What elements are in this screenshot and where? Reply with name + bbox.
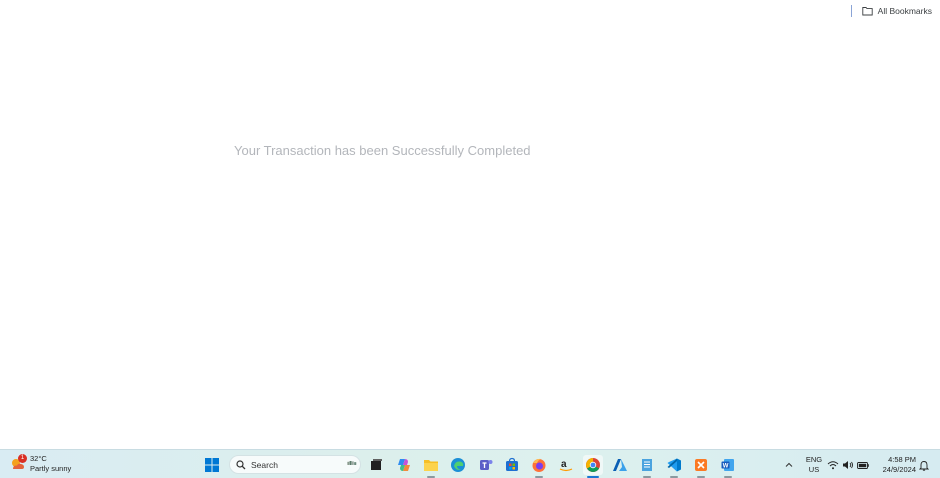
task-view-button[interactable]	[366, 455, 386, 475]
svg-text:a: a	[561, 459, 567, 470]
system-clock[interactable]: 4:58 PM 24/9/2024	[876, 455, 916, 475]
notepad-icon	[642, 459, 652, 471]
weather-badge: 1	[18, 454, 27, 463]
vscode-button[interactable]	[664, 455, 684, 478]
show-hidden-icons-button[interactable]	[779, 455, 799, 475]
task-view-icon	[371, 459, 382, 470]
battery-icon	[857, 462, 869, 469]
notifications-button[interactable]	[917, 455, 931, 475]
notification-bell-icon	[919, 460, 929, 471]
store-button[interactable]	[502, 455, 522, 475]
clock-date: 24/9/2024	[882, 465, 916, 474]
teams-icon	[480, 460, 493, 470]
copilot-icon	[398, 459, 410, 471]
windows-icon	[205, 458, 219, 472]
amazon-icon: a	[559, 459, 573, 472]
xampp-icon	[695, 459, 707, 471]
bookmarks-bar: All Bookmarks	[850, 0, 940, 22]
browser-page: All Bookmarks Your Transaction has been …	[0, 0, 940, 449]
language-code: ENG	[805, 455, 823, 464]
volume-icon	[843, 461, 853, 469]
quick-settings-button[interactable]	[827, 455, 869, 475]
notepad-button[interactable]	[637, 455, 657, 478]
language-indicator[interactable]: ENG US	[804, 455, 824, 475]
search-icon	[236, 459, 246, 469]
search-label: Search	[251, 459, 278, 470]
azure-button[interactable]	[610, 455, 630, 475]
weather-condition: Partly sunny	[30, 464, 72, 473]
bookmarks-divider	[850, 5, 852, 17]
teams-button[interactable]	[476, 455, 496, 475]
region-code: US	[808, 465, 820, 474]
svg-text:W: W	[723, 463, 729, 469]
copilot-button[interactable]	[394, 455, 414, 475]
xampp-button[interactable]	[691, 455, 711, 478]
firefox-button[interactable]	[529, 455, 549, 478]
all-bookmarks-label: All Bookmarks	[877, 6, 932, 16]
word-button[interactable]: W	[718, 455, 738, 478]
chrome-icon	[586, 458, 600, 472]
file-explorer-button[interactable]	[421, 455, 441, 478]
search-highlight-illustration	[347, 461, 357, 465]
taskbar: 1 32°C Partly sunny Search a W ENG US 4:…	[0, 449, 940, 478]
taskbar-search-box[interactable]: Search	[229, 455, 361, 474]
transaction-success-message: Your Transaction has been Successfully C…	[234, 143, 531, 158]
start-button[interactable]	[202, 455, 222, 475]
amazon-button[interactable]: a	[556, 455, 576, 475]
chrome-button[interactable]	[583, 455, 603, 478]
all-bookmarks-button[interactable]: All Bookmarks	[862, 6, 932, 16]
weather-widget[interactable]: 1 32°C Partly sunny	[10, 454, 71, 474]
file-explorer-icon	[424, 460, 438, 471]
vscode-icon	[667, 458, 681, 472]
weather-temperature: 32°C	[30, 454, 47, 463]
azure-icon	[613, 459, 627, 471]
folder-icon	[862, 7, 873, 16]
weather-icon: 1	[10, 454, 27, 472]
firefox-icon	[532, 458, 546, 472]
chevron-up-icon	[785, 462, 793, 467]
edge-icon	[451, 458, 465, 472]
store-icon	[506, 457, 518, 471]
word-icon: W	[721, 459, 734, 471]
edge-button[interactable]	[448, 455, 468, 475]
clock-time: 4:58 PM	[888, 455, 916, 464]
wifi-icon	[827, 461, 839, 470]
